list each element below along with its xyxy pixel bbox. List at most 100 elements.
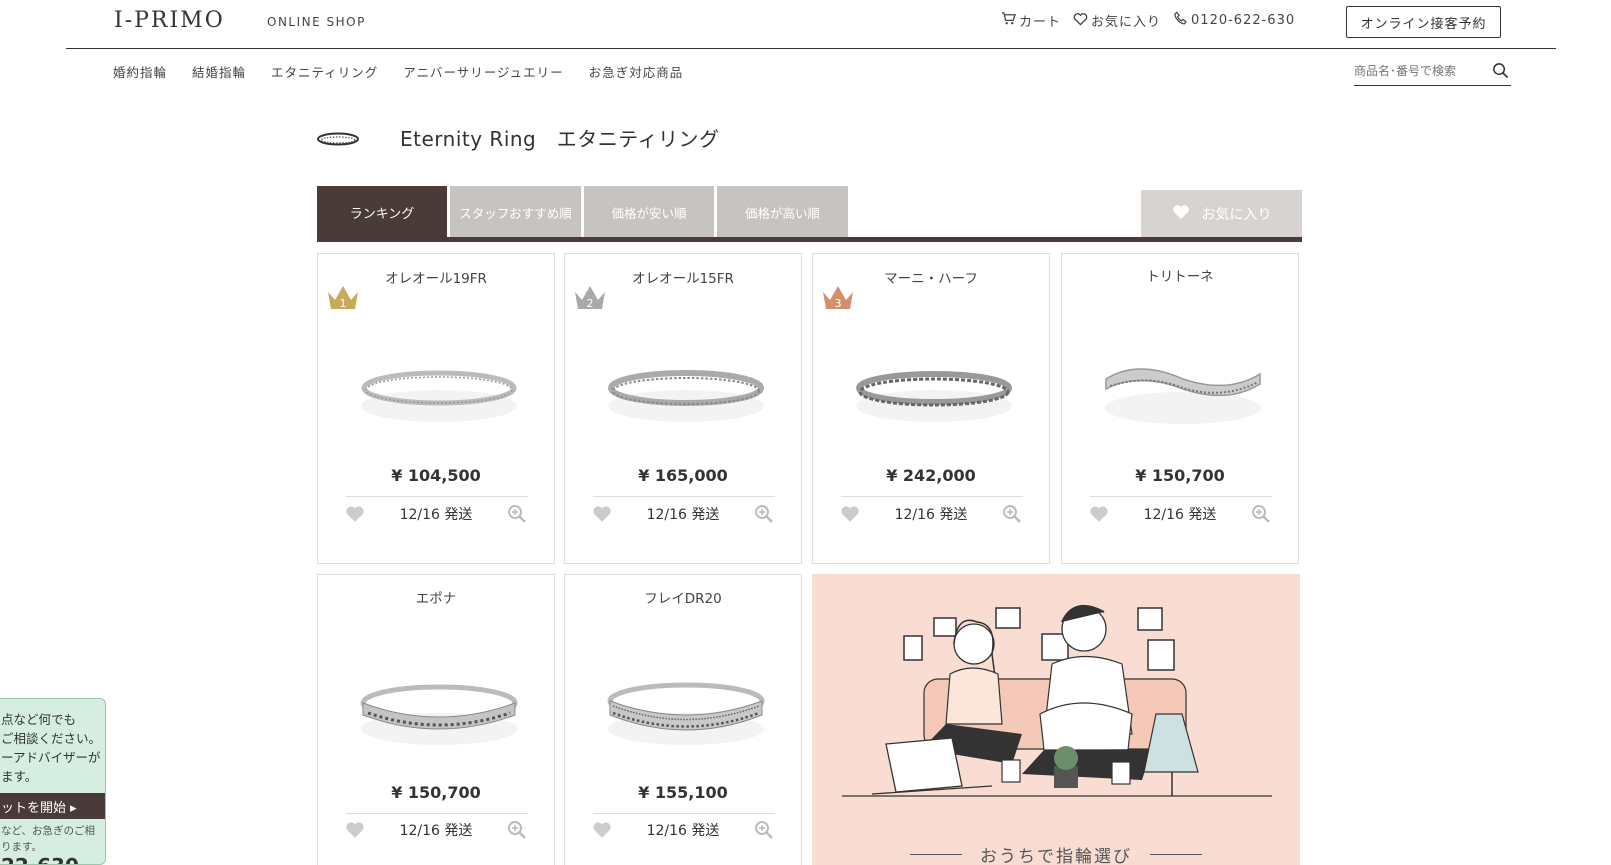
- home-ring-selection-banner[interactable]: おうちで指輪選び: [812, 574, 1300, 865]
- chat-message-line: ご相談ください。: [1, 731, 102, 746]
- banner-caption-text: おうちで指輪選び: [980, 847, 1132, 865]
- caption-line-right: [1150, 854, 1202, 855]
- zoom-icon[interactable]: [1001, 503, 1023, 525]
- phone-icon: [1173, 11, 1191, 30]
- chat-message-line: 点など何でも: [1, 712, 77, 727]
- start-chat-button[interactable]: ットを開始 ▸: [0, 793, 105, 819]
- online-reservation-button[interactable]: オンライン接客予約: [1346, 6, 1501, 38]
- rank-3-crown-icon: 3: [823, 286, 853, 310]
- zoom-icon[interactable]: [753, 503, 775, 525]
- card-divider: [1090, 496, 1272, 497]
- card-footer: 12/16 発送: [1088, 502, 1272, 526]
- ring-image: [608, 370, 764, 422]
- nav-engagement-rings[interactable]: 婚約指輪: [113, 62, 167, 81]
- chat-message-line: ーアドバイザーが: [1, 750, 101, 765]
- chat-note: など、お急ぎのご相 ります。: [1, 823, 95, 855]
- product-name: フレイDR20: [644, 591, 722, 607]
- product-name: トリトーネ: [1146, 269, 1214, 285]
- search-input[interactable]: [1354, 58, 1484, 78]
- phone-link[interactable]: 0120-622-630: [1173, 11, 1295, 30]
- card-divider: [346, 496, 528, 497]
- logo-subtitle: ONLINE SHOP: [267, 15, 366, 29]
- favorites-tab[interactable]: お気に入り: [1141, 190, 1302, 237]
- ship-date: 12/16 発送: [894, 507, 968, 523]
- chat-note-line: など、お急ぎのご相: [1, 825, 95, 837]
- nav-wedding-rings[interactable]: 結婚指輪: [192, 62, 246, 81]
- search-box: [1354, 58, 1511, 86]
- main-nav: 婚約指輪 結婚指輪 エタニティリング アニバーサリージュエリー お急ぎ対応商品: [113, 62, 708, 81]
- product-price: ¥ 242,000: [886, 466, 976, 485]
- card-divider: [593, 496, 775, 497]
- heart-icon[interactable]: [344, 819, 366, 841]
- ring-image: [856, 371, 1012, 422]
- rank-number: 3: [835, 297, 842, 310]
- product-price: ¥ 104,500: [391, 466, 481, 485]
- page-title-row: Eternity Ring エタニティリング: [317, 123, 720, 152]
- rank-number: 1: [340, 297, 347, 310]
- heart-icon: [1073, 12, 1091, 30]
- product-card[interactable]: トリトーネ ¥ 150,700 12/16 発送: [1061, 253, 1299, 564]
- product-card[interactable]: エポナ ¥ 150,700 12/16 発送: [317, 574, 555, 865]
- product-name: エポナ: [415, 591, 457, 607]
- tab-price-high[interactable]: 価格が高い順: [717, 186, 848, 238]
- cart-label: カート: [1019, 15, 1062, 30]
- sort-tabs: ランキング スタッフおすすめ順 価格が安い順 価格が高い順 お気に入り: [317, 186, 1302, 242]
- product-card[interactable]: オレオール19FR 1 ¥ 104,500 12/16 発送: [317, 253, 555, 564]
- cart-link[interactable]: カート: [1001, 11, 1061, 30]
- ring-image: [360, 684, 518, 745]
- card-footer: 12/16 発送: [839, 502, 1023, 526]
- zoom-icon[interactable]: [506, 819, 528, 841]
- nav-express-items[interactable]: お急ぎ対応商品: [589, 62, 684, 81]
- product-price: ¥ 165,000: [638, 466, 728, 485]
- rank-number: 2: [587, 297, 594, 310]
- zoom-icon[interactable]: [1250, 503, 1272, 525]
- heart-icon: [1172, 204, 1202, 224]
- chat-widget[interactable]: 点など何でも ご相談ください。 ーアドバイザーが ます。 ットを開始 ▸ など、…: [0, 698, 106, 865]
- ring-image: [1105, 368, 1261, 424]
- favorites-label: お気に入り: [1091, 15, 1162, 30]
- site-logo[interactable]: I-PRIMO: [114, 8, 225, 33]
- cart-icon: [1001, 11, 1019, 30]
- product-card[interactable]: マーニ・ハーフ 3 ¥ 242,000 12/16 発送: [812, 253, 1050, 564]
- tab-underline: [317, 237, 1302, 242]
- eternity-ring-icon: [317, 131, 359, 145]
- rank-1-crown-icon: 1: [328, 286, 358, 310]
- product-card[interactable]: フレイDR20 ¥ 155,100 12/16 発送: [564, 574, 802, 865]
- chat-note-line: ります。: [1, 841, 42, 853]
- product-card[interactable]: オレオール15FR 2 ¥ 165,000 12/16 発送: [564, 253, 802, 564]
- heart-icon[interactable]: [591, 819, 613, 841]
- product-price: ¥ 155,100: [638, 783, 728, 802]
- nav-eternity-rings[interactable]: エタニティリング: [271, 62, 378, 81]
- rank-2-crown-icon: 2: [575, 286, 605, 310]
- search-icon[interactable]: [1492, 62, 1509, 83]
- zoom-icon[interactable]: [753, 819, 775, 841]
- favorites-link[interactable]: お気に入り: [1073, 11, 1161, 30]
- heart-icon[interactable]: [839, 503, 861, 525]
- banner-caption: おうちで指輪選び: [812, 842, 1300, 865]
- tab-staff-recommended[interactable]: スタッフおすすめ順: [450, 186, 581, 238]
- caption-line-left: [910, 854, 962, 855]
- ship-date: 12/16 発送: [1143, 507, 1217, 523]
- page-title: Eternity Ring エタニティリング: [400, 127, 720, 151]
- card-footer: 12/16 発送: [344, 818, 528, 842]
- tab-price-low[interactable]: 価格が安い順: [584, 186, 714, 238]
- ship-date: 12/16 発送: [399, 823, 473, 839]
- zoom-icon[interactable]: [506, 503, 528, 525]
- card-divider: [346, 813, 528, 814]
- chat-message-line: ます。: [1, 769, 38, 784]
- chat-message: 点など何でも ご相談ください。 ーアドバイザーが ます。: [1, 710, 101, 786]
- favorites-tab-label: お気に入り: [1201, 206, 1272, 223]
- tab-ranking[interactable]: ランキング: [317, 186, 447, 238]
- site-header: I-PRIMO ONLINE SHOP カート お気に入り 0120-622-6…: [66, 0, 1556, 49]
- card-footer: 12/16 発送: [591, 502, 775, 526]
- ring-image: [607, 682, 765, 745]
- heart-icon[interactable]: [344, 503, 366, 525]
- card-footer: 12/16 発送: [344, 502, 528, 526]
- heart-icon[interactable]: [1088, 503, 1110, 525]
- heart-icon[interactable]: [591, 503, 613, 525]
- ring-image: [361, 370, 517, 422]
- nav-anniversary-jewelry[interactable]: アニバーサリージュエリー: [403, 62, 563, 81]
- card-divider: [593, 813, 775, 814]
- phone-number: 0120-622-630: [1191, 13, 1296, 28]
- ship-date: 12/16 発送: [399, 507, 473, 523]
